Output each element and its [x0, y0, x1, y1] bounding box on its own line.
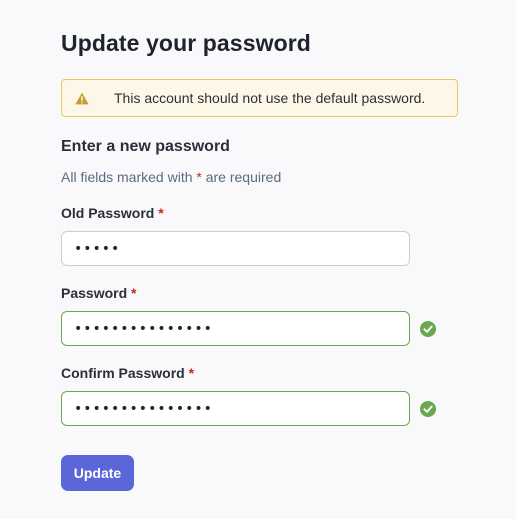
- alert-message: This account should not use the default …: [114, 90, 426, 106]
- required-marker: *: [158, 205, 164, 221]
- confirm-password-input[interactable]: [61, 391, 410, 426]
- required-note-prefix: All fields marked with: [61, 169, 193, 185]
- warning-icon: [62, 80, 102, 116]
- old-password-input[interactable]: [61, 231, 410, 266]
- password-valid-check-icon: [420, 321, 436, 337]
- required-note-suffix: are required: [205, 169, 282, 185]
- form-heading: Enter a new password: [61, 138, 230, 155]
- page-title: Update your password: [61, 30, 311, 56]
- warning-alert: This account should not use the default …: [61, 79, 458, 117]
- update-button[interactable]: Update: [61, 455, 134, 491]
- password-update-page: Update your password This account should…: [0, 0, 516, 519]
- required-marker: *: [131, 285, 137, 301]
- password-label-text: Password: [61, 285, 128, 301]
- required-marker: *: [196, 169, 202, 185]
- password-input[interactable]: [61, 311, 410, 346]
- old-password-label-text: Old Password: [61, 205, 155, 221]
- confirm-password-label: Confirm Password *: [61, 365, 194, 381]
- confirm-password-valid-check-icon: [420, 401, 436, 417]
- old-password-label: Old Password *: [61, 205, 164, 221]
- password-label: Password *: [61, 285, 136, 301]
- required-fields-note: All fields marked with * are required: [61, 169, 281, 185]
- required-marker: *: [188, 365, 195, 381]
- confirm-password-label-text: Confirm Password: [61, 365, 185, 381]
